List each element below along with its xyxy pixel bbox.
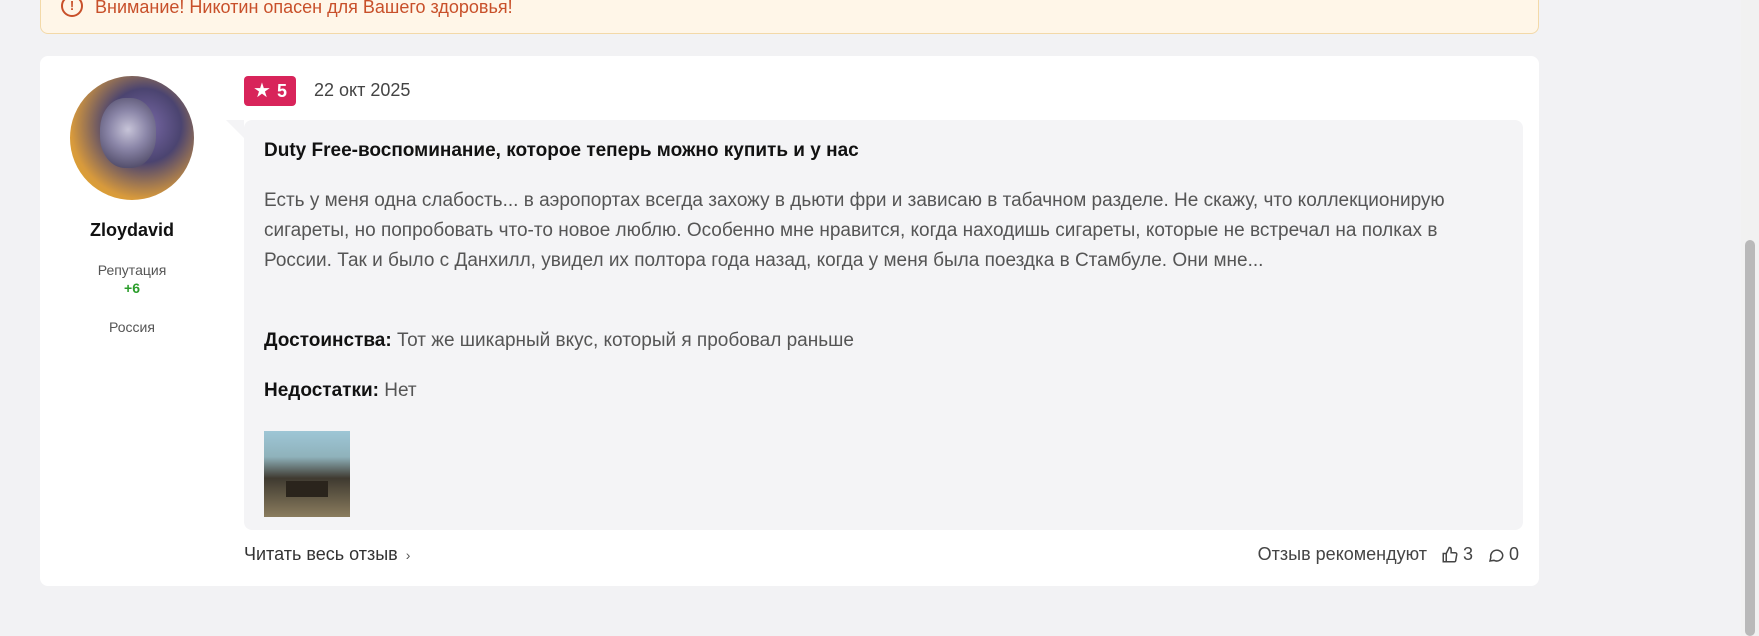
review-text: Есть у меня одна слабость... в аэропорта… [264,190,1445,271]
reputation-value: +6 [124,280,140,296]
like-button[interactable]: 3 [1441,544,1473,565]
comment-count: 0 [1508,544,1519,564]
read-more-label: Читать весь отзыв [244,544,398,564]
rating-badge: ★ 5 [244,76,296,106]
review-body: Duty Free-воспоминание, которое теперь м… [226,120,1523,530]
cons-text: Нет [384,380,417,401]
cons-label: Недостатки: [264,380,379,401]
thumbs-up-icon [1442,546,1458,562]
reputation-label: Репутация [97,262,167,278]
like-count: 3 [1462,544,1473,564]
warning-text: Внимание! Никотин опасен для Вашего здор… [95,0,513,17]
pros-text: Тот же шикарный вкус, который я пробовал… [396,330,854,351]
author-name[interactable]: Zloydavid [40,220,224,241]
review-date: 22 окт 2025 [314,80,411,100]
review-card: Zloydavid Репутация +6 Россия ★ 5 22 окт… [40,56,1539,586]
review-actions: Отзыв рекомендуют 3 0 [1258,544,1519,565]
rating-value: 5 [276,80,287,101]
star-icon: ★ [253,80,271,102]
review-photo-thumbnail[interactable] [264,431,350,517]
comment-icon [1488,548,1504,562]
avatar[interactable] [70,76,194,200]
recommend-label: Отзыв рекомендуют [1257,544,1427,564]
scrollbar-thumb[interactable] [1745,240,1755,636]
alert-icon: ! [61,0,83,17]
review-title[interactable]: Duty Free-воспоминание, которое теперь м… [264,140,859,162]
pros: Достоинства: Тот же шикарный вкус, котор… [264,330,854,352]
comments-button[interactable]: 0 [1487,544,1519,565]
health-warning-banner: ! Внимание! Никотин опасен для Вашего зд… [40,0,1539,34]
read-full-review-link[interactable]: Читать весь отзыв › [244,544,410,565]
author-country: Россия [109,319,155,335]
pros-label: Достоинства: [264,330,392,351]
chevron-right-icon: › [405,546,411,563]
cons: Недостатки: Нет [264,380,417,402]
